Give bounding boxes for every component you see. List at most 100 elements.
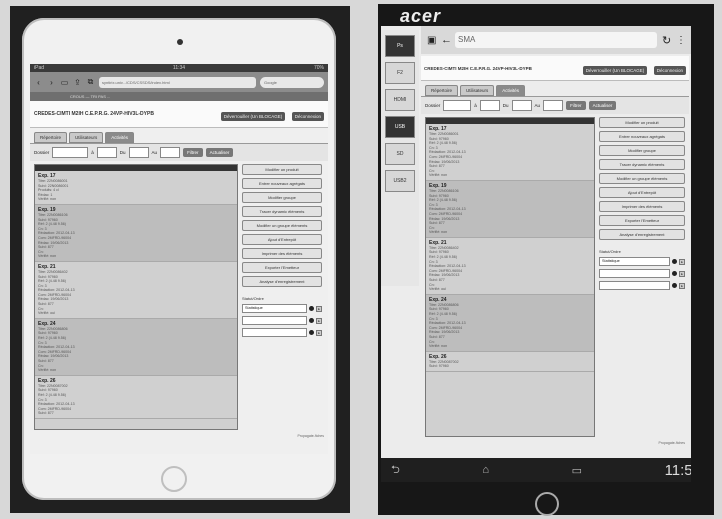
forward-icon[interactable]: › [47,78,56,87]
radio-icon[interactable] [309,306,315,311]
tab-utilisateurs[interactable]: Utilisateurs [460,85,495,96]
select-dropdown[interactable] [599,269,671,278]
list-item-line: Suivi: 877 [38,411,54,416]
action-button[interactable]: Modifier un groupe éléments [599,173,685,184]
filter-to-input[interactable] [96,147,117,158]
radio-icon[interactable] [309,330,315,335]
strip-port-icon: HDMI [385,89,415,111]
action-button[interactable]: Ajout d'Entrepôt [599,187,685,198]
tab-repertoire[interactable]: Répertoire [425,85,459,96]
ipad-screen: iPad 11:34 70% ‹ › ▭ ⇪ ⧉ syntirix.univ..… [30,64,328,454]
logout-button[interactable]: Déconnexion [653,66,686,75]
action-button[interactable]: Imprimer des éléments [599,201,685,212]
list-item[interactable]: Exp. 21 Titre: 22N0086402 Suivi: 97960 Réf:… [35,262,237,319]
home-button[interactable] [535,492,559,516]
go-icon[interactable]: ▸ [679,270,685,277]
radio-icon[interactable] [672,283,678,288]
list-item[interactable]: Exp. 19 Titre: 22N0086106 Suivi: 97960 Réf:… [35,204,237,262]
filter-button[interactable]: Filtrer [566,101,586,110]
filter-from-input[interactable] [52,147,89,158]
list-item[interactable]: Exp. 26 Titre: 22N0087002 Suivi: 97960 [426,352,594,372]
go-icon[interactable]: ▸ [316,329,322,336]
tab-repertoire[interactable]: Répertoire [34,132,68,143]
action-button[interactable]: Entrer nouveaux agrégats [599,131,685,142]
filter-from-input[interactable] [443,100,472,111]
filter-date-input[interactable] [128,147,149,158]
clock: 11:50 [664,461,691,479]
action-button[interactable]: Modifier un produit [242,164,322,175]
select-row: ▸ [242,316,322,325]
home-nav-icon[interactable]: ⌂ [482,464,489,476]
list-item[interactable]: Exp. 24 Titre: 22N0086806 Suivi: 97960 Réf:… [426,294,594,352]
back-icon[interactable]: ‹ [34,78,43,87]
filter-to-label: à [91,150,94,155]
browser-tab[interactable]: CROUS — TRI PAS ... [30,92,328,101]
action-button[interactable]: Entrer nouveaux agrégats [242,178,322,189]
filter-date2-input[interactable] [160,147,181,158]
action-button[interactable]: Tracer dynamic éléments [599,159,685,170]
select-dropdown[interactable]: Statistique [599,257,671,266]
action-button[interactable]: Exporter l'Emetteur [599,215,685,226]
select-dropdown[interactable] [242,328,308,337]
list-item[interactable]: Exp. 21 Titre: 22N0086402 Suivi: 97960 Réf:… [426,238,594,295]
list-item[interactable]: Exp. 17 Titre: 22N0086001 Suivi: 97960 Réf:… [426,124,594,181]
action-button[interactable]: Tracer dynamic éléments [242,206,322,217]
reload-icon[interactable]: ↻ [662,34,671,47]
tab-utilisateurs[interactable]: Utilisateurs [69,132,104,143]
list-item[interactable]: Exp. 17 Titre: 22N0086001 Suivi: 22N008600… [35,171,237,205]
filter-button[interactable]: Filtrer [183,148,203,157]
list-item-line: Vérifié: oui [429,287,446,292]
go-icon[interactable]: ▸ [316,305,322,312]
action-button[interactable]: Modifier groupe [599,145,685,156]
radio-icon[interactable] [309,318,315,323]
unlock-button[interactable]: Déverrouiller (Un BLOCAGE) [582,66,648,75]
select-dropdown[interactable]: Statistique [242,304,308,313]
action-button[interactable]: Analyse d'enregistrement [242,276,322,287]
browser-toolbar: ▣ ← SMA ↻ ⋮ [421,26,691,54]
list-item[interactable]: Exp. 26 Titre: 22N0087002 Suivi: 97960 Réf:… [35,376,237,419]
action-button[interactable]: Analyse d'enregistrement [599,229,685,240]
recent-apps-icon[interactable]: ▭ [572,464,582,477]
address-bar[interactable]: SMA [455,32,657,48]
filter-to-input[interactable] [479,100,500,111]
select-dropdown[interactable] [599,281,671,290]
tab-activites[interactable]: Activités [105,132,135,143]
select-dropdown[interactable] [242,316,308,325]
record-list[interactable]: Exp. 17 Titre: 22N0086001 Suivi: 97960 Réf:… [425,117,595,437]
action-button[interactable]: Exporter l'Emetteur [242,262,322,273]
action-button[interactable]: Modifier un groupe éléments [242,220,322,231]
share-icon[interactable]: ⇪ [73,78,82,87]
address-bar[interactable]: syntirix.univ.../CDS/CSSDS/index.html [99,76,256,88]
acer-screen: ▣ ← SMA ↻ ⋮ CREDES-CIMTI M2IH C.E.P.R.G.… [381,26,691,482]
back-icon[interactable]: ← [441,34,452,46]
list-item-line: Vérifié: non [38,197,57,202]
back-nav-icon[interactable]: ⮌ [391,461,400,480]
record-list[interactable]: Exp. 17 Titre: 22N0086001 Suivi: 22N008600… [34,164,238,430]
tab-icon[interactable]: ▣ [427,35,436,46]
filter-date2-input[interactable] [543,100,564,111]
list-item[interactable]: Exp. 24 Titre: 22N0086806 Suivi: 97960 Réf:… [35,318,237,376]
refresh-button[interactable]: Actualiser [588,101,617,110]
filter-row: Dossier à Du Au Filtrer Actualiser [30,143,328,161]
filter-date-input[interactable] [511,100,532,111]
action-button[interactable]: Imprimer des éléments [242,248,322,259]
search-input[interactable]: Google [260,76,324,88]
home-button[interactable] [161,466,187,492]
logout-button[interactable]: Déconnexion [291,112,324,121]
go-icon[interactable]: ▸ [679,282,685,289]
go-icon[interactable]: ▸ [316,317,322,324]
list-item[interactable]: Exp. 19 Titre: 22N0086106 Suivi: 97960 Réf:… [426,180,594,238]
action-button[interactable]: Ajout d'Entrepôt [242,234,322,245]
go-icon[interactable]: ▸ [679,258,685,265]
action-button[interactable]: Modifier un produit [599,117,685,128]
menu-icon[interactable]: ⋮ [676,35,686,46]
radio-icon[interactable] [672,271,678,276]
strip-port-icon: F2 [385,62,415,84]
action-button[interactable]: Modifier groupe [242,192,322,203]
unlock-button[interactable]: Déverrouiller (Un BLOCAGE) [220,112,286,121]
refresh-button[interactable]: Actualiser [205,148,234,157]
bookmarks-icon[interactable]: ▭ [60,78,69,87]
tabs-icon[interactable]: ⧉ [86,77,95,87]
radio-icon[interactable] [672,259,678,264]
tab-activites[interactable]: Activités [496,85,526,96]
